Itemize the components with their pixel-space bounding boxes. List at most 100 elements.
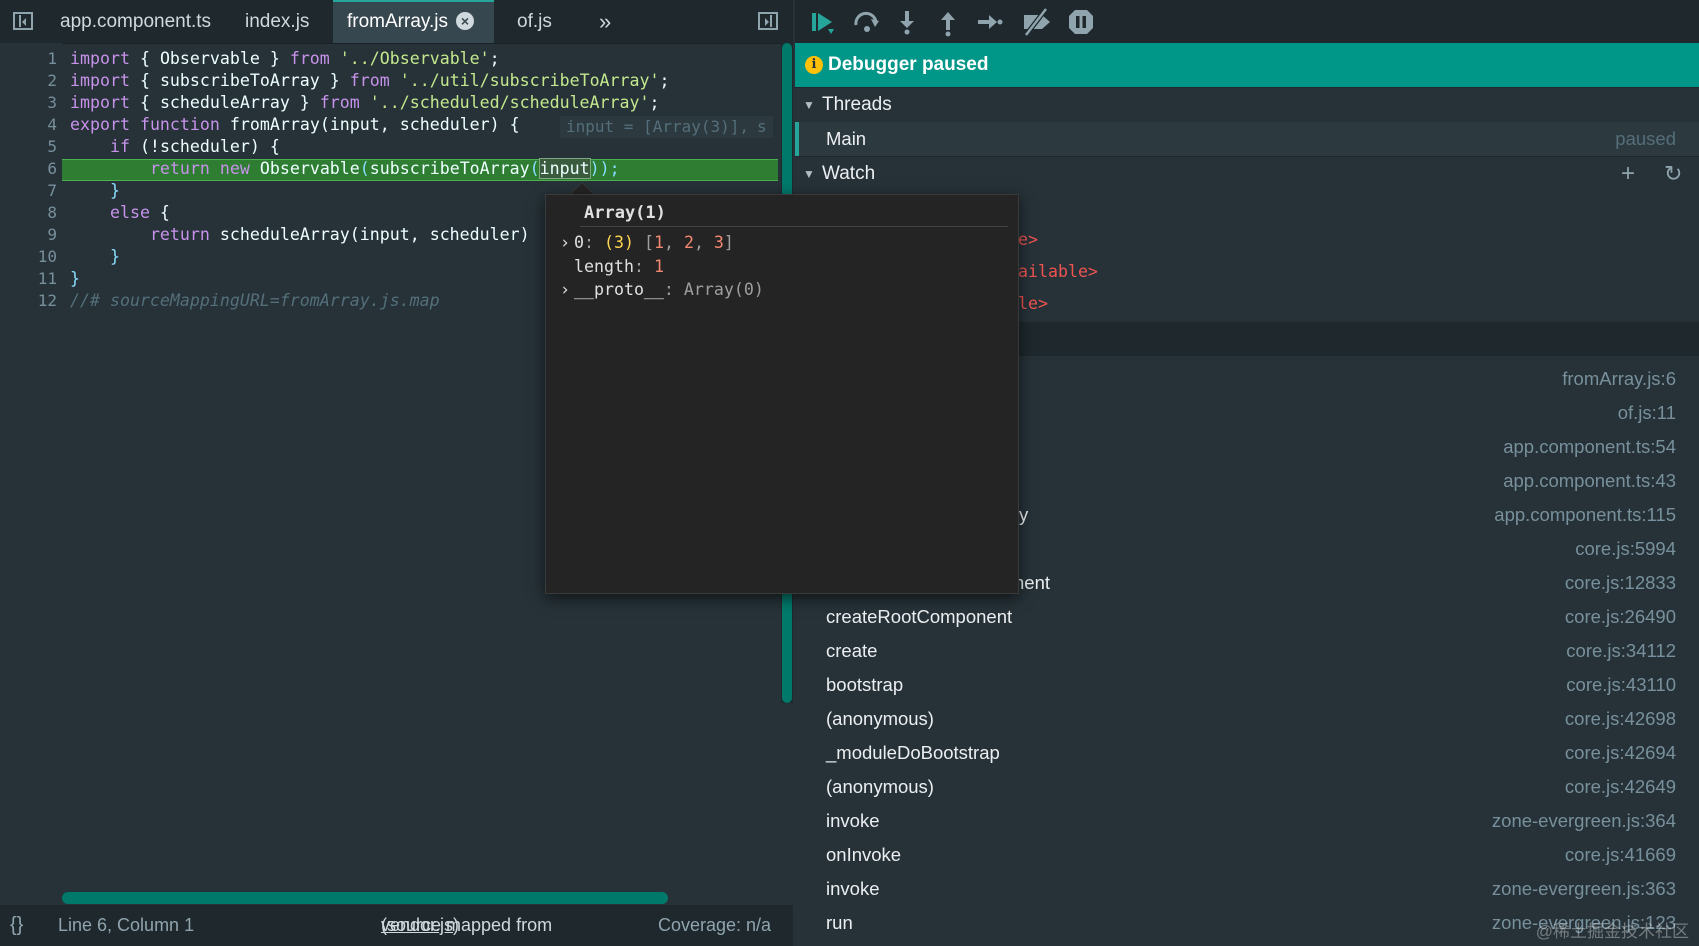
param: input [359,225,410,244]
pause-on-exceptions-icon[interactable] [1066,7,1096,37]
call-stack-frame[interactable]: (anonymous) core.js:42649 [795,770,1699,804]
frame-location: app.component.ts:43 [1503,470,1676,491]
popup-row-proto[interactable]: › __proto__: Array(0) [560,278,764,302]
toggle-navigator-icon[interactable] [13,12,33,30]
tab-fromarray[interactable]: fromArray.js × [333,0,494,43]
editor-horizontal-scrollbar[interactable] [62,892,668,904]
code-line-4: export function fromArray(input, schedul… [70,114,520,136]
tab-app-component[interactable]: app.component.ts [46,0,225,43]
tab-of[interactable]: of.js [503,0,566,43]
line-number[interactable]: 6 [0,158,57,180]
keyword: from [319,93,360,112]
pretty-print-braces-icon[interactable]: {} [10,905,23,946]
keyword: if [109,137,130,156]
keyword: return [149,159,210,178]
frame-name: onInvoke [826,844,902,865]
inline-preview-overflow: s [757,117,767,136]
call-stack-frame[interactable]: (anonymous) core.js:42698 [795,702,1699,736]
call-stack-frame[interactable]: create core.js:34112 [795,634,1699,668]
array-value: 2 [683,233,694,252]
editor-tab-bar: app.component.ts index.js fromArray.js × … [0,0,793,44]
step-out-icon[interactable] [936,7,960,37]
line-number[interactable]: 11 [0,268,57,290]
popup-pointer [570,182,594,194]
punct: ) { [489,115,520,134]
call-stack-frame[interactable]: _moduleDoBootstrap core.js:42694 [795,736,1699,770]
frame-name: createRootComponent [826,606,1013,627]
popup-row-index-0[interactable]: › 0: (3) [1, 2, 3] [560,231,734,255]
chevron-double-right-icon: » [599,9,612,34]
add-watch-icon[interactable]: + [1621,157,1635,191]
paused-message: Debugger paused [828,54,989,75]
code-line-5: if (!scheduler) { [70,136,280,158]
inline-preview-text: input = [Array(3)], [566,117,750,136]
source-mapped-suffix: ) [453,915,460,935]
toggle-debugger-icon[interactable] [758,12,778,30]
line-number[interactable]: 10 [0,246,57,268]
keyword: return [149,225,210,244]
deactivate-breakpoints-icon[interactable] [1020,7,1054,37]
punct: ( [349,225,360,244]
code-text: } [70,247,120,266]
punct: } [259,49,290,68]
colon: : [663,280,684,299]
frame-location: core.js:12833 [1564,572,1676,593]
line-number[interactable]: 8 [0,202,57,224]
line-number[interactable]: 4 [0,114,57,136]
call-stack-frame[interactable]: bootstrap core.js:43110 [795,668,1699,702]
resume-icon[interactable] [808,7,838,37]
close-tab-icon[interactable]: × [455,12,474,30]
frame-location: core.js:42694 [1564,742,1676,763]
line-number[interactable]: 3 [0,92,57,114]
thread-item-main[interactable]: Main paused [795,122,1699,156]
keyword: import [70,49,130,68]
property-value: Array(0) [683,280,764,299]
array-value: 3 [713,233,724,252]
keyword: from [289,49,330,68]
line-number[interactable]: 2 [0,70,57,92]
expand-arrow-icon[interactable]: › [560,231,574,255]
line-number[interactable]: 1 [0,48,57,70]
property-key: 0 [574,233,584,252]
call-stack-frame[interactable]: invoke zone-evergreen.js:364 [795,804,1699,838]
tab-index[interactable]: index.js [231,0,323,43]
identifier: scheduleArray [159,93,290,112]
array-length: (3) [603,233,634,252]
step-icon[interactable] [975,7,1003,37]
frame-location: app.component.ts:54 [1503,436,1676,457]
frame-location: core.js:42698 [1564,708,1676,729]
frame-name: bootstrap [826,674,904,695]
frame-location: of.js:11 [1617,402,1676,423]
watch-header[interactable]: ▼ Watch + ↻ [795,156,1699,191]
call-stack-frame[interactable]: onInvoke core.js:41669 [795,838,1699,872]
expand-arrow-icon[interactable]: › [560,278,574,302]
more-tabs-button[interactable]: » [585,0,625,43]
line-number[interactable]: 9 [0,224,57,246]
keyword: else [109,203,150,222]
watermark: @稀土掘金技术社区 [1535,922,1689,941]
call-stack-frame[interactable]: invoke zone-evergreen.js:363 [795,872,1699,906]
punct: ) { [249,137,280,156]
threads-header[interactable]: ▼ Threads [795,87,1699,122]
line-number[interactable]: 7 [0,180,57,202]
hovered-variable[interactable]: input [538,158,591,179]
function-name: fromArray [229,115,320,134]
code-line-6: return new Observable(subscribeToArray(i… [70,158,620,180]
refresh-icon[interactable]: ↻ [1664,157,1682,191]
punct: , [379,115,400,134]
keyword: function [139,115,220,134]
line-number[interactable]: 5 [0,136,57,158]
punct: } [289,93,320,112]
call-stack-frame[interactable]: createRootComponent core.js:26490 [795,600,1699,634]
bracket: ] [723,233,734,252]
tab-label: of.js [517,11,552,32]
inline-preview: input = [Array(3)], s [560,116,773,138]
line-number[interactable]: 12 [0,290,57,312]
step-over-icon[interactable] [851,7,883,37]
step-into-icon[interactable] [895,7,919,37]
